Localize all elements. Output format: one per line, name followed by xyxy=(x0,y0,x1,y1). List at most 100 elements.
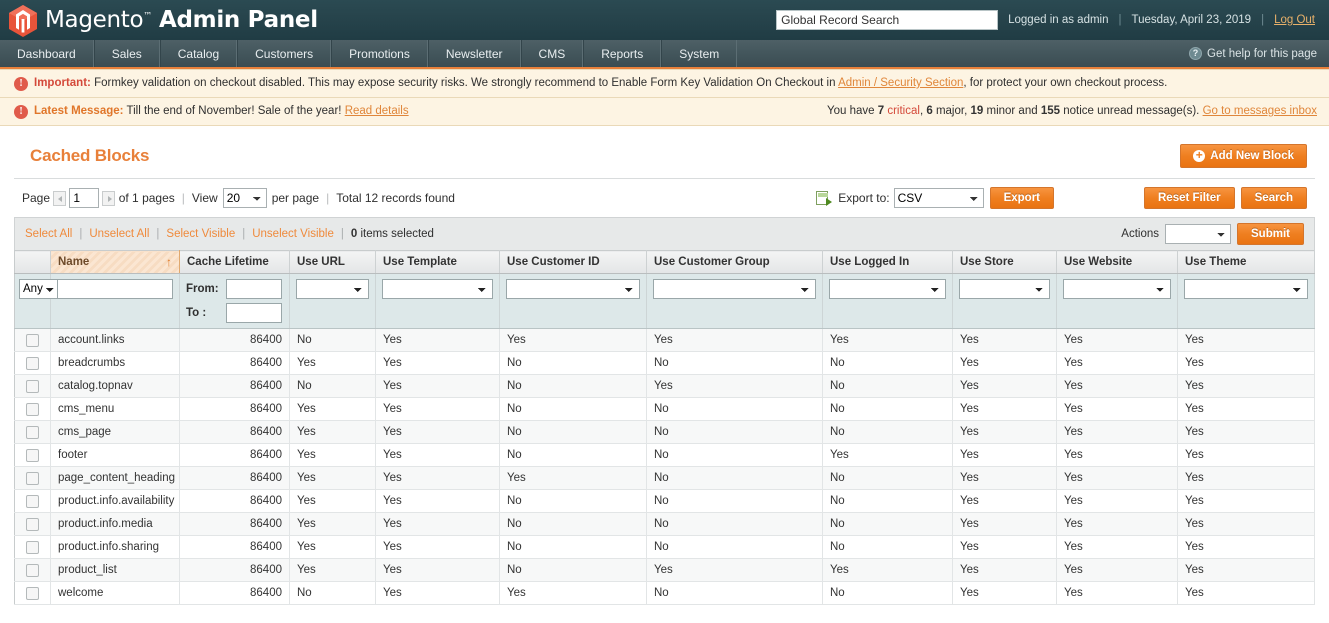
row-select-cell[interactable] xyxy=(14,512,51,536)
table-row[interactable]: account.links 86400 No Yes Yes Yes Yes Yes Yes Ye… xyxy=(14,328,1315,352)
row-checkbox[interactable] xyxy=(26,517,39,531)
row-checkbox[interactable] xyxy=(26,586,39,600)
row-checkbox[interactable] xyxy=(26,425,39,439)
row-checkbox[interactable] xyxy=(26,540,39,554)
nav-item-reports[interactable]: Reports xyxy=(583,40,662,67)
next-page-button[interactable] xyxy=(102,190,116,206)
row-checkbox[interactable] xyxy=(26,494,39,508)
column-header-use-customer-group[interactable]: Use Customer Group xyxy=(646,250,823,274)
unselect-visible-link[interactable]: Unselect Visible xyxy=(252,228,334,240)
row-select-cell[interactable] xyxy=(14,558,51,582)
filter-select-use-url[interactable] xyxy=(296,279,369,299)
column-header-use-website[interactable]: Use Website xyxy=(1056,250,1178,274)
page-number-input[interactable] xyxy=(69,188,100,208)
column-header-use-store[interactable]: Use Store xyxy=(952,250,1057,274)
logout-link[interactable]: Log Out xyxy=(1274,14,1315,26)
counts-prefix: You have xyxy=(826,105,875,117)
table-row[interactable]: catalog.topnav 86400 No Yes No Yes No Yes Yes Yes xyxy=(14,374,1315,398)
export-format-select[interactable]: CSV xyxy=(893,188,984,208)
reset-filter-button[interactable]: Reset Filter xyxy=(1144,187,1235,209)
export-button[interactable]: Export xyxy=(989,187,1054,209)
notice-count: 155 xyxy=(1040,105,1061,117)
column-header-use-theme[interactable]: Use Theme xyxy=(1177,250,1315,274)
add-new-block-button[interactable]: + Add New Block xyxy=(1180,144,1307,168)
row-select-cell[interactable] xyxy=(14,489,51,513)
table-row[interactable]: welcome 86400 No Yes Yes No No Yes Yes Yes xyxy=(14,581,1315,605)
nav-item-newsletter[interactable]: Newsletter xyxy=(427,40,521,67)
column-header-name[interactable]: Name ↑ xyxy=(50,250,180,274)
row-select-cell[interactable] xyxy=(14,351,51,375)
important-message-bar: ! Important: Formkey validation on check… xyxy=(0,69,1329,98)
filter-input-to[interactable] xyxy=(226,303,282,323)
nav-item-customers[interactable]: Customers xyxy=(237,40,332,67)
row-select-cell[interactable] xyxy=(14,328,51,352)
actions-select[interactable] xyxy=(1165,224,1232,244)
column-header-use-template[interactable]: Use Template xyxy=(375,250,500,274)
massaction-bar: Select All | Unselect All | Select Visib… xyxy=(14,217,1315,250)
nav-item-cms[interactable]: CMS xyxy=(520,40,584,67)
read-details-link[interactable]: Read details xyxy=(345,105,409,117)
row-checkbox[interactable] xyxy=(26,402,39,416)
admin-security-section-link[interactable]: Admin / Security Section xyxy=(838,77,963,89)
messages-inbox-link[interactable]: Go to messages inbox xyxy=(1203,105,1317,117)
row-select-cell[interactable] xyxy=(14,466,51,490)
unselect-all-link[interactable]: Unselect All xyxy=(89,228,149,240)
nav-item-promotions[interactable]: Promotions xyxy=(331,40,428,67)
table-row[interactable]: cms_page 86400 Yes Yes No No No Yes Yes Yes xyxy=(14,420,1315,444)
column-header-cache-lifetime[interactable]: Cache Lifetime xyxy=(179,250,290,274)
cell-use-store: Yes xyxy=(952,351,1057,375)
table-row[interactable]: product_list 86400 Yes Yes No Yes Yes Yes Yes Yes xyxy=(14,558,1315,582)
nav-item-dashboard[interactable]: Dashboard xyxy=(0,40,94,67)
row-checkbox[interactable] xyxy=(26,379,39,393)
row-checkbox[interactable] xyxy=(26,333,39,347)
nav-item-sales[interactable]: Sales xyxy=(93,40,160,67)
filter-input-name[interactable] xyxy=(57,279,173,299)
cell-use-url: Yes xyxy=(289,535,376,559)
row-select-cell[interactable] xyxy=(14,443,51,467)
filter-select-any[interactable]: Any xyxy=(19,279,59,299)
column-header-use-customer-id[interactable]: Use Customer ID xyxy=(499,250,647,274)
cell-lifetime: 86400 xyxy=(179,466,290,490)
row-select-cell[interactable] xyxy=(14,581,51,605)
previous-page-button[interactable] xyxy=(53,190,67,206)
row-select-cell[interactable] xyxy=(14,397,51,421)
table-row[interactable]: cms_menu 86400 Yes Yes No No No Yes Yes Yes xyxy=(14,397,1315,421)
global-search-input[interactable] xyxy=(776,10,999,30)
per-page-select[interactable]: 20 xyxy=(222,188,267,208)
row-checkbox[interactable] xyxy=(26,471,39,485)
select-visible-link[interactable]: Select Visible xyxy=(166,228,235,240)
row-checkbox[interactable] xyxy=(26,448,39,462)
filter-select-use-template[interactable] xyxy=(382,279,493,299)
filter-select-use-customer-id[interactable] xyxy=(506,279,640,299)
logo[interactable]: Magento™ Admin Panel xyxy=(8,4,318,37)
filter-select-use-theme[interactable] xyxy=(1184,279,1308,299)
table-row[interactable]: page_content_heading 86400 Yes Yes Yes No No Ye… xyxy=(14,466,1315,490)
filter-select-use-logged-in[interactable] xyxy=(829,279,946,299)
row-select-cell[interactable] xyxy=(14,374,51,398)
table-row[interactable]: product.info.sharing 86400 Yes Yes No No No Yes… xyxy=(14,535,1315,559)
row-checkbox[interactable] xyxy=(26,356,39,370)
select-all-link[interactable]: Select All xyxy=(25,228,72,240)
filter-input-from[interactable] xyxy=(226,279,282,299)
filter-select-use-website[interactable] xyxy=(1063,279,1171,299)
row-select-cell[interactable] xyxy=(14,420,51,444)
nav-item-catalog[interactable]: Catalog xyxy=(159,40,238,67)
table-row[interactable]: breadcrumbs 86400 Yes Yes No No No Yes Yes Yes xyxy=(14,351,1315,375)
filter-select-use-store[interactable] xyxy=(959,279,1050,299)
filter-select-use-customer-group[interactable] xyxy=(653,279,816,299)
submit-button[interactable]: Submit xyxy=(1237,223,1304,245)
get-help-link[interactable]: ? Get help for this page xyxy=(1189,40,1329,67)
cell-use-customer-group: Yes xyxy=(646,558,823,582)
header-separator-2: | xyxy=(1261,14,1265,26)
row-checkbox[interactable] xyxy=(26,563,39,577)
latest-message-label: Latest Message: xyxy=(34,105,124,117)
column-header-use-logged-in[interactable]: Use Logged In xyxy=(822,250,953,274)
cell-use-website: Yes xyxy=(1056,489,1178,513)
table-row[interactable]: footer 86400 Yes Yes No No Yes Yes Yes Yes xyxy=(14,443,1315,467)
table-row[interactable]: product.info.availability 86400 Yes Yes No No… xyxy=(14,489,1315,513)
table-row[interactable]: product.info.media 86400 Yes Yes No No No Yes Ye… xyxy=(14,512,1315,536)
row-select-cell[interactable] xyxy=(14,535,51,559)
nav-item-system[interactable]: System xyxy=(661,40,738,67)
column-header-use-url[interactable]: Use URL xyxy=(289,250,376,274)
search-button[interactable]: Search xyxy=(1240,187,1307,209)
